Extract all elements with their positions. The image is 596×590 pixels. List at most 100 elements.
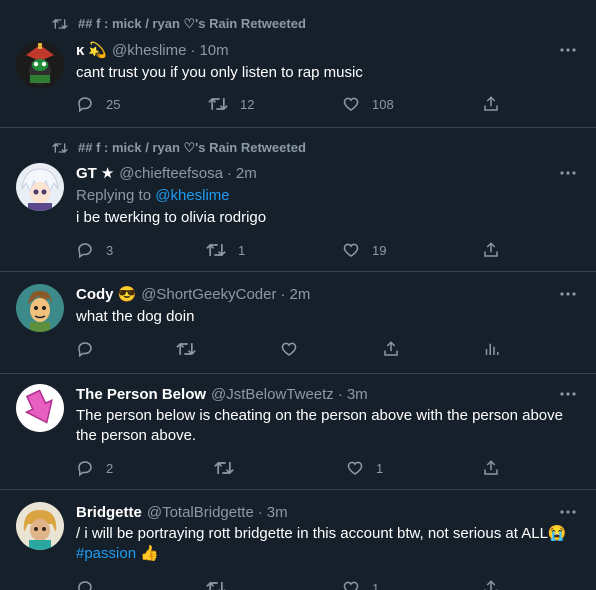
user-handle[interactable]: @TotalBridgette <box>147 504 254 521</box>
avatar[interactable] <box>16 41 64 89</box>
reply-button[interactable]: 3 <box>76 240 113 260</box>
share-button[interactable] <box>482 94 500 114</box>
reply-icon <box>78 97 92 113</box>
tweet-actions: 25 12 108 <box>76 94 516 114</box>
mention-link[interactable]: @kheslime <box>155 187 229 204</box>
analytics-button[interactable] <box>482 339 500 359</box>
reply-icon <box>78 243 92 259</box>
like-button[interactable]: 1 <box>342 578 379 590</box>
name-emoji: 😎 <box>117 286 137 303</box>
avatar[interactable] <box>16 502 64 550</box>
retweet-button[interactable] <box>214 458 234 478</box>
like-button[interactable] <box>280 339 298 359</box>
display-name[interactable]: ĸ <box>76 42 84 59</box>
reply-button[interactable] <box>76 578 94 590</box>
more-button[interactable] <box>558 40 578 60</box>
more-icon <box>560 292 576 296</box>
retweet-icon <box>206 243 226 257</box>
tweet-text: what the dog doin <box>76 308 195 325</box>
reply-icon <box>78 581 92 590</box>
reply-icon <box>78 342 92 358</box>
display-name[interactable]: The Person Below <box>76 386 206 403</box>
retweet-context[interactable]: ## f : mick / ryan ♡'s Rain Retweeted <box>52 15 306 33</box>
retweet-icon <box>176 342 196 356</box>
share-icon <box>484 460 498 475</box>
share-button[interactable] <box>482 240 500 260</box>
more-button[interactable] <box>558 502 578 522</box>
retweet-icon <box>208 97 228 111</box>
share-icon <box>484 242 498 257</box>
tweet-header: Cody 😎 @ShortGeekyCoder · 2m <box>76 284 310 304</box>
user-handle[interactable]: @chiefteefsosa <box>119 165 223 182</box>
reply-button[interactable]: 25 <box>76 94 120 114</box>
tweet-text-body: / i will be portraying rott bridgette in… <box>76 525 567 542</box>
like-button[interactable]: 1 <box>346 458 383 478</box>
reply-button[interactable] <box>76 339 94 359</box>
retweet-count: 12 <box>240 96 255 112</box>
tweet-totalbridgette[interactable]: Bridgette @TotalBridgette · 3m / i will … <box>0 490 596 590</box>
avatar[interactable] <box>16 163 64 211</box>
thumbs-up-emoji: 👍 <box>140 545 159 562</box>
analytics-icon <box>485 343 499 355</box>
user-handle[interactable]: @JstBelowTweetz <box>211 386 334 403</box>
user-handle[interactable]: @ShortGeekyCoder <box>141 286 276 303</box>
replying-to-label: Replying to <box>76 187 152 204</box>
user-handle[interactable]: @kheslime <box>112 42 186 59</box>
like-icon <box>281 342 297 356</box>
timestamp[interactable]: 2m <box>236 165 257 182</box>
avatar[interactable] <box>16 284 64 332</box>
share-button[interactable] <box>482 578 500 590</box>
reply-count: 3 <box>106 242 114 258</box>
separator-dot: · <box>337 385 343 403</box>
share-button[interactable] <box>482 458 500 478</box>
timestamp[interactable]: 2m <box>289 286 310 303</box>
like-count: 1 <box>376 460 384 476</box>
retweet-button[interactable] <box>176 339 196 359</box>
like-button[interactable]: 108 <box>342 94 394 114</box>
share-icon <box>484 96 498 111</box>
display-name[interactable]: Bridgette <box>76 504 142 521</box>
display-name[interactable]: GT <box>76 165 97 182</box>
like-icon <box>343 581 359 590</box>
display-name[interactable]: Cody <box>76 286 114 303</box>
timestamp[interactable]: 3m <box>267 504 288 521</box>
timestamp[interactable]: 10m <box>199 42 228 59</box>
more-button[interactable] <box>558 284 578 304</box>
name-emoji: 💫 <box>88 42 108 59</box>
more-icon <box>560 48 576 52</box>
like-count: 19 <box>372 242 387 258</box>
like-icon <box>343 243 359 257</box>
separator-dot: · <box>190 41 196 59</box>
share-button[interactable] <box>382 339 400 359</box>
tweet-text: cant trust you if you only listen to rap… <box>76 64 363 81</box>
more-button[interactable] <box>558 384 578 404</box>
replying-to: Replying to @kheslime <box>76 187 230 204</box>
star-icon: ★ <box>100 165 115 182</box>
tweet-actions <box>76 339 516 359</box>
tweet-header: The Person Below @JstBelowTweetz · 3m <box>76 384 368 404</box>
more-button[interactable] <box>558 163 578 183</box>
timestamp[interactable]: 3m <box>347 386 368 403</box>
more-icon <box>560 171 576 175</box>
like-icon <box>343 97 359 111</box>
retweet-button[interactable]: 12 <box>208 94 254 114</box>
separator-dot: · <box>226 164 232 182</box>
timeline-feed: ## f : mick / ryan ♡'s Rain Retweeted ĸ … <box>0 0 596 590</box>
tweet-shortgeekycoder[interactable]: Cody 😎 @ShortGeekyCoder · 2m what the do… <box>0 272 596 374</box>
like-count: 1 <box>372 580 380 590</box>
retweet-context[interactable]: ## f : mick / ryan ♡'s Rain Retweeted <box>52 139 306 157</box>
retweet-button[interactable] <box>206 578 226 590</box>
tweet-text: i be twerking to olivia rodrigo <box>76 209 267 226</box>
tweet-actions: 3 1 19 <box>76 240 516 260</box>
hashtag-link[interactable]: #passion <box>76 545 136 562</box>
like-button[interactable]: 19 <box>342 240 386 260</box>
tweet-jstbelowtweetz[interactable]: The Person Below @JstBelowTweetz · 3m Th… <box>0 374 596 490</box>
avatar[interactable] <box>16 384 64 432</box>
more-icon <box>560 392 576 396</box>
reply-button[interactable]: 2 <box>76 458 113 478</box>
tweet-chiefteefsosa[interactable]: ## f : mick / ryan ♡'s Rain Retweeted GT… <box>0 128 596 272</box>
retweet-icon <box>52 143 68 153</box>
retweet-button[interactable]: 1 <box>206 240 245 260</box>
reply-icon <box>78 461 92 477</box>
tweet-kheslime[interactable]: ## f : mick / ryan ♡'s Rain Retweeted ĸ … <box>0 0 596 128</box>
